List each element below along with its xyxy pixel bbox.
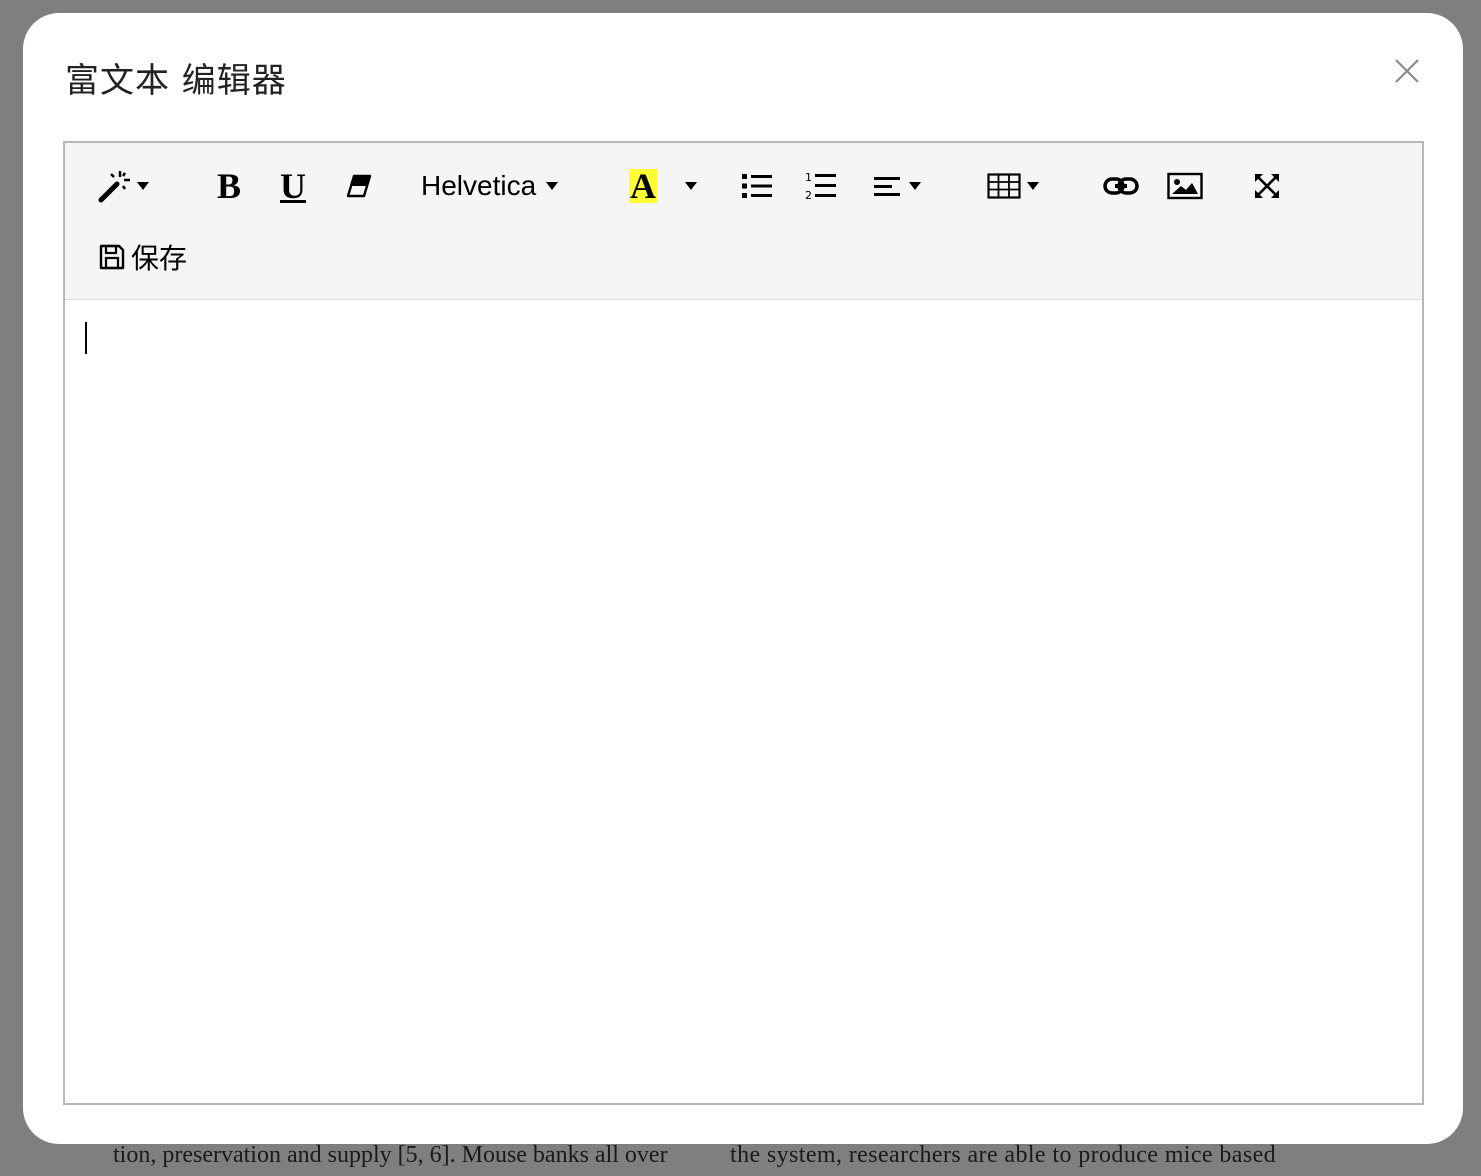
magic-wand-icon bbox=[98, 171, 130, 203]
style-button[interactable] bbox=[91, 166, 155, 206]
save-label: 保存 bbox=[130, 242, 187, 275]
svg-text:1: 1 bbox=[805, 171, 812, 184]
eraser-icon bbox=[346, 174, 372, 198]
ordered-list-icon: 1 2 bbox=[805, 171, 836, 201]
close-button[interactable] bbox=[1393, 57, 1421, 85]
chevron-down-icon bbox=[685, 182, 697, 190]
floppy-disk-icon bbox=[99, 244, 125, 270]
save-button[interactable]: 保存 bbox=[93, 237, 193, 277]
dialog-title: 富文本 编辑器 bbox=[65, 61, 287, 101]
rich-text-dialog: 富文本 编辑器 B U Helvetica A 1 2 保存 bbox=[23, 13, 1463, 1144]
font-color-button[interactable]: A bbox=[627, 166, 659, 206]
image-icon bbox=[1167, 172, 1203, 200]
bold-label: B bbox=[216, 166, 241, 206]
link-icon bbox=[1103, 177, 1139, 195]
background-text-left: tion, preservation and supply [5, 6]. Mo… bbox=[113, 1142, 668, 1168]
unordered-list-icon bbox=[742, 174, 772, 198]
text-cursor bbox=[85, 322, 87, 354]
insert-image-button[interactable] bbox=[1165, 166, 1205, 206]
insert-link-button[interactable] bbox=[1101, 166, 1141, 206]
font-family-value: Helvetica bbox=[421, 170, 537, 201]
svg-text:2: 2 bbox=[805, 189, 812, 201]
align-left-icon bbox=[874, 177, 900, 196]
unordered-list-button[interactable] bbox=[739, 166, 775, 206]
fullscreen-icon bbox=[1255, 174, 1279, 198]
font-family-dropdown[interactable]: Helvetica bbox=[421, 166, 569, 206]
fullscreen-button[interactable] bbox=[1247, 166, 1287, 206]
background-text-right: the system, researchers are able to prod… bbox=[730, 1142, 1277, 1168]
underline-button[interactable]: U bbox=[275, 166, 311, 206]
bold-button[interactable]: B bbox=[211, 166, 247, 206]
clear-format-button[interactable] bbox=[341, 166, 377, 206]
align-dropdown-button[interactable] bbox=[865, 166, 929, 206]
editor-content-area[interactable] bbox=[65, 300, 1422, 1103]
table-icon bbox=[987, 173, 1021, 199]
rich-text-editor: B U Helvetica A 1 2 保存 bbox=[63, 141, 1424, 1105]
ordered-list-button[interactable]: 1 2 bbox=[803, 166, 839, 206]
editor-toolbar: B U Helvetica A 1 2 保存 bbox=[65, 143, 1422, 300]
font-color-dropdown-button[interactable] bbox=[677, 166, 705, 206]
underline-label: U bbox=[280, 166, 306, 206]
table-dropdown-button[interactable] bbox=[981, 166, 1045, 206]
font-color-label: A bbox=[629, 166, 657, 206]
close-icon bbox=[1395, 59, 1419, 83]
